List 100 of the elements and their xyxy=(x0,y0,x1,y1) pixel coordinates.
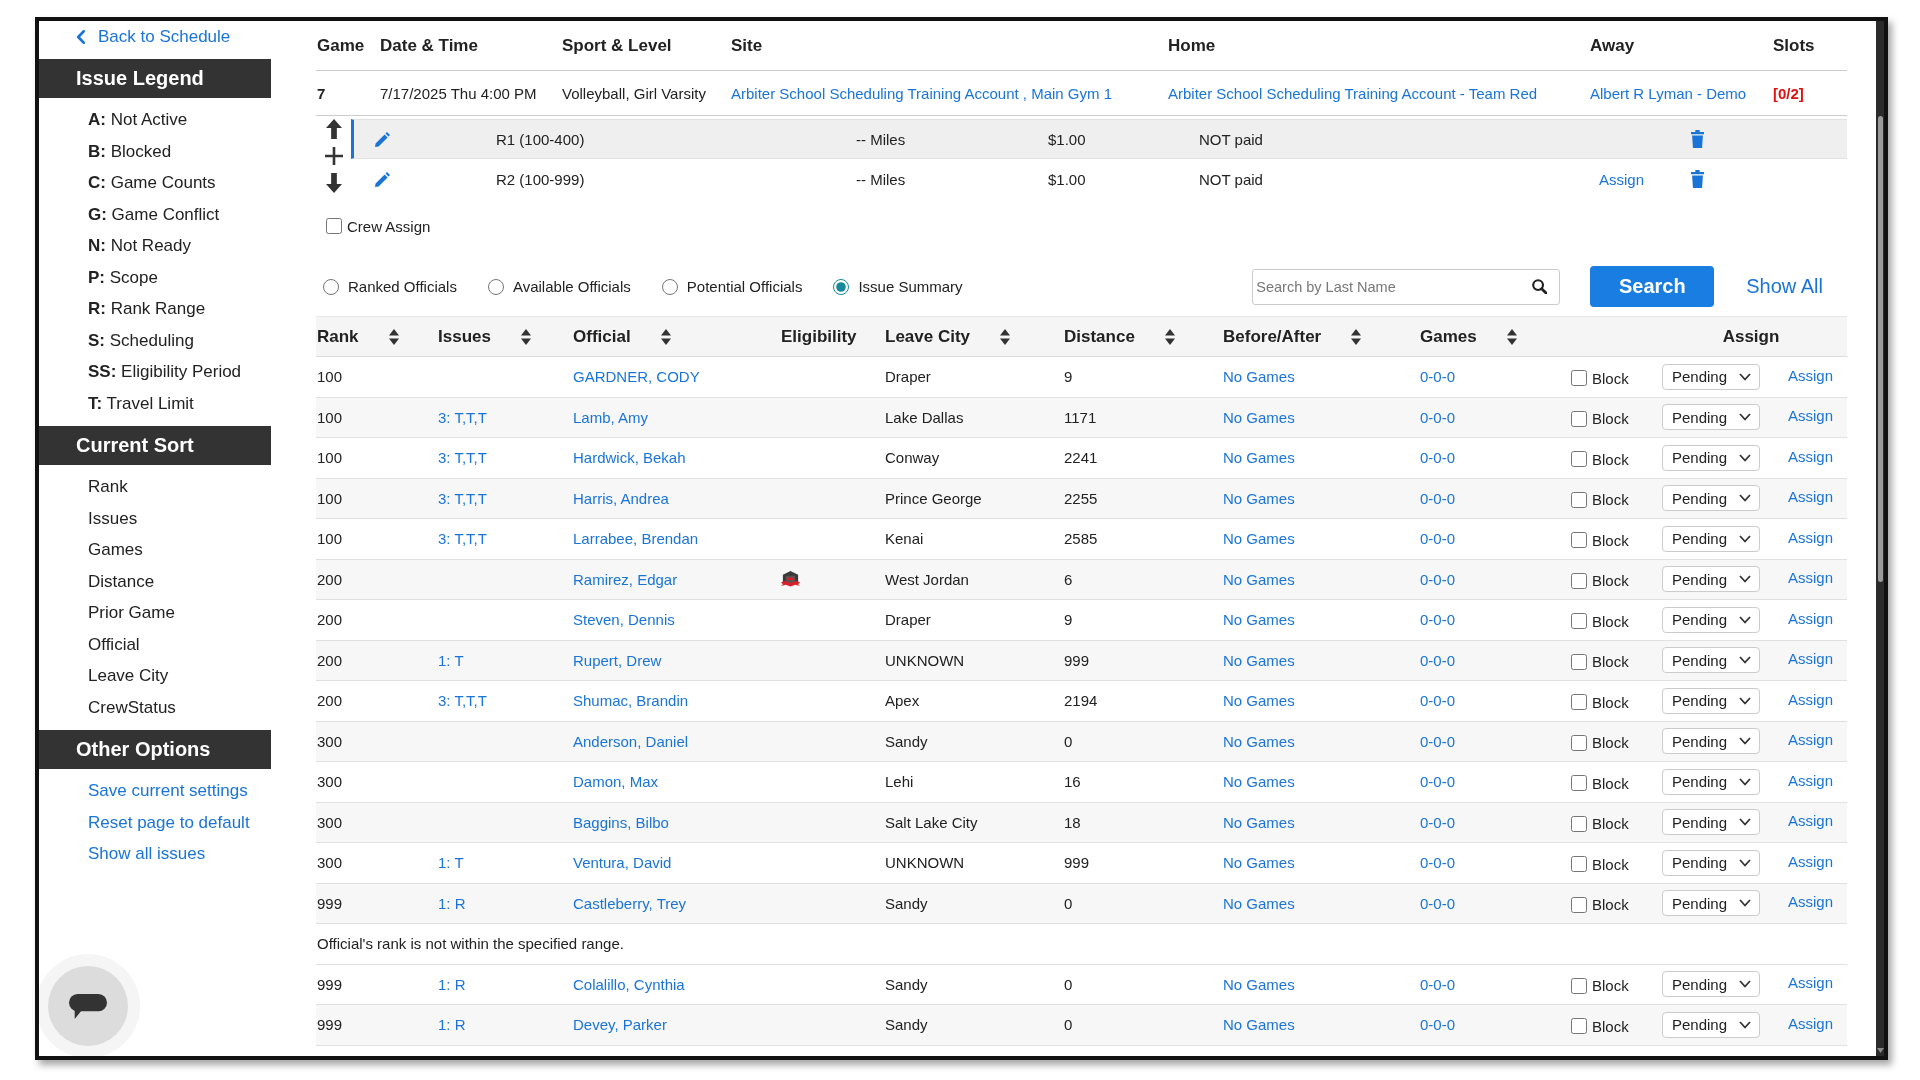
sort-icon[interactable] xyxy=(1000,328,1011,345)
block-label[interactable]: Block xyxy=(1592,653,1629,671)
assign-link[interactable]: Assign xyxy=(1788,407,1834,425)
official-link[interactable]: Damon, Max xyxy=(573,773,659,791)
schedule-link[interactable]: Albert R Lyman - Demo xyxy=(1590,84,1747,102)
before-after-link[interactable]: No Games xyxy=(1223,449,1295,467)
scroll-down-icon[interactable] xyxy=(1876,1048,1884,1053)
issues-link[interactable]: 3: T,T,T xyxy=(438,408,487,426)
block-label[interactable]: Block xyxy=(1592,693,1629,711)
caret-icon[interactable] xyxy=(1739,372,1751,381)
scrollbar-thumb[interactable] xyxy=(1877,116,1883,582)
assign-link[interactable]: Assign xyxy=(1788,488,1834,506)
option-link[interactable]: Show all issues xyxy=(88,838,206,870)
radio-label[interactable]: Available Officials xyxy=(512,278,631,295)
block-checkbox[interactable] xyxy=(1571,896,1587,913)
chevron-left-icon[interactable] xyxy=(76,30,85,44)
caret-icon[interactable] xyxy=(1739,777,1751,786)
games-link[interactable]: 0-0-0 xyxy=(1420,692,1456,710)
official-link[interactable]: Shumac, Brandin xyxy=(573,692,689,710)
status-dropdown[interactable]: Pending xyxy=(1662,687,1760,714)
status-dropdown[interactable]: Pending xyxy=(1662,647,1760,674)
block-label[interactable]: Block xyxy=(1592,774,1629,792)
caret-icon[interactable] xyxy=(1739,575,1751,584)
before-after-link[interactable]: No Games xyxy=(1223,732,1295,750)
assign-link[interactable]: Assign xyxy=(1788,771,1834,789)
games-link[interactable]: 0-0-0 xyxy=(1420,732,1456,750)
block-label[interactable]: Block xyxy=(1592,572,1629,590)
caret-icon[interactable] xyxy=(1739,858,1751,867)
block-checkbox[interactable] xyxy=(1571,694,1587,711)
status-dropdown[interactable]: Pending xyxy=(1662,404,1760,431)
status-dropdown[interactable]: Pending xyxy=(1662,566,1760,593)
assign-link[interactable]: Assign xyxy=(1788,893,1834,911)
before-after-link[interactable]: No Games xyxy=(1223,368,1295,386)
search-button[interactable]: Search xyxy=(1590,266,1715,307)
before-after-link[interactable]: No Games xyxy=(1223,854,1295,872)
assign-link[interactable]: Assign xyxy=(1788,366,1834,384)
caret-icon[interactable] xyxy=(1739,615,1751,624)
status-dropdown[interactable]: Pending xyxy=(1662,809,1760,836)
assign-link[interactable]: Assign xyxy=(1788,690,1834,708)
issues-link[interactable]: 1: R xyxy=(438,894,466,912)
before-after-link[interactable]: No Games xyxy=(1223,651,1295,669)
official-link[interactable]: Castleberry, Trey xyxy=(573,894,687,912)
assign-link[interactable]: Assign xyxy=(1599,170,1645,188)
up-arrow-icon[interactable] xyxy=(325,119,342,139)
games-link[interactable]: 0-0-0 xyxy=(1420,449,1456,467)
block-checkbox[interactable] xyxy=(1571,410,1587,427)
schedule-link[interactable]: Arbiter School Scheduling Training Account - Team Red xyxy=(1168,84,1538,102)
status-dropdown[interactable]: Pending xyxy=(1662,890,1760,917)
show-all-link[interactable]: Show All xyxy=(1746,275,1823,298)
caret-icon[interactable] xyxy=(1739,534,1751,543)
official-link[interactable]: Harris, Andrea xyxy=(573,489,669,507)
schedule-link[interactable]: Arbiter School Scheduling Training Account , Main Gym 1 xyxy=(731,84,1113,102)
official-link[interactable]: Devey, Parker xyxy=(573,1016,667,1034)
status-dropdown[interactable]: Pending xyxy=(1662,444,1760,471)
block-label[interactable]: Block xyxy=(1592,815,1629,833)
official-link[interactable]: Steven, Dennis xyxy=(573,611,675,629)
games-link[interactable]: 0-0-0 xyxy=(1420,530,1456,548)
before-after-link[interactable]: No Games xyxy=(1223,773,1295,791)
crew-assign-checkbox[interactable] xyxy=(326,218,342,234)
official-link[interactable]: GARDNER, CODY xyxy=(573,368,700,386)
block-label[interactable]: Block xyxy=(1592,369,1629,387)
caret-icon[interactable] xyxy=(1739,818,1751,827)
assign-link[interactable]: Assign xyxy=(1788,812,1834,830)
radio-label[interactable]: Potential Officials xyxy=(686,278,803,295)
issues-link[interactable]: 3: T,T,T xyxy=(438,692,487,710)
status-dropdown[interactable]: Pending xyxy=(1662,728,1760,755)
sort-icon[interactable] xyxy=(1506,328,1517,345)
block-checkbox[interactable] xyxy=(1571,977,1587,994)
search-icon[interactable] xyxy=(1532,278,1548,294)
caret-icon[interactable] xyxy=(1739,980,1751,989)
before-after-link[interactable]: No Games xyxy=(1223,1016,1295,1034)
column-header[interactable]: Issues xyxy=(438,326,491,347)
official-link[interactable]: Anderson, Daniel xyxy=(573,732,689,750)
games-link[interactable]: 0-0-0 xyxy=(1420,651,1456,669)
trash-icon[interactable] xyxy=(1691,130,1704,148)
caret-icon[interactable] xyxy=(1739,494,1751,503)
block-label[interactable]: Block xyxy=(1592,734,1629,752)
block-checkbox[interactable] xyxy=(1571,1018,1587,1035)
assign-link[interactable]: Assign xyxy=(1788,569,1834,587)
official-link[interactable]: Hardwick, Bekah xyxy=(573,449,686,467)
games-link[interactable]: 0-0-0 xyxy=(1420,894,1456,912)
assign-link[interactable]: Assign xyxy=(1788,609,1834,627)
before-after-link[interactable]: No Games xyxy=(1223,692,1295,710)
before-after-link[interactable]: No Games xyxy=(1223,611,1295,629)
assign-link[interactable]: Assign xyxy=(1788,974,1834,992)
games-link[interactable]: 0-0-0 xyxy=(1420,1016,1456,1034)
view-radio[interactable] xyxy=(833,278,850,295)
sort-icon[interactable] xyxy=(1164,328,1175,345)
official-link[interactable]: Lamb, Amy xyxy=(573,408,649,426)
caret-icon[interactable] xyxy=(1739,696,1751,705)
assign-link[interactable]: Assign xyxy=(1788,731,1834,749)
view-radio[interactable] xyxy=(487,278,504,295)
radio-label[interactable]: Ranked Officials xyxy=(348,278,457,295)
official-link[interactable]: Ventura, David xyxy=(573,854,672,872)
radio-label[interactable]: Issue Summary xyxy=(858,278,963,295)
games-link[interactable]: 0-0-0 xyxy=(1420,368,1456,386)
assign-link[interactable]: Assign xyxy=(1788,650,1834,668)
status-dropdown[interactable]: Pending xyxy=(1662,1011,1760,1038)
issues-link[interactable]: 3: T,T,T xyxy=(438,449,487,467)
block-label[interactable]: Block xyxy=(1592,1017,1629,1035)
